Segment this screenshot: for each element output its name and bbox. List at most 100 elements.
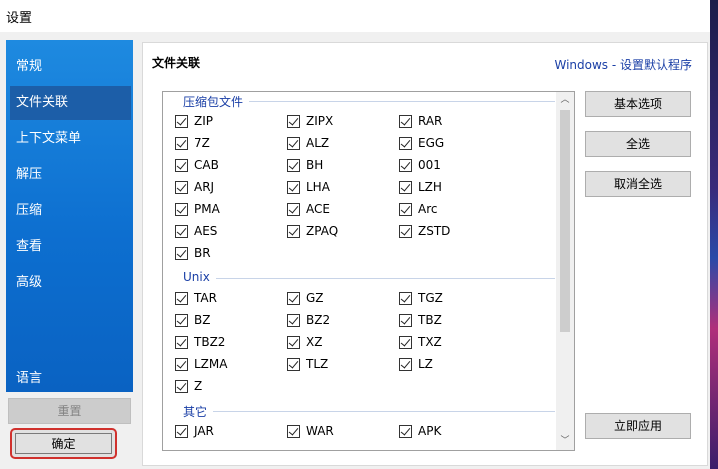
file-type-label: BH [306, 158, 324, 172]
file-type-label: LZMA [194, 357, 228, 371]
chevron-up-icon[interactable]: ︿ [556, 92, 574, 109]
sidebar-item-compress[interactable]: 压缩 [6, 194, 133, 228]
checkbox[interactable] [287, 159, 300, 172]
checkbox[interactable] [399, 358, 412, 371]
checkbox[interactable] [399, 203, 412, 216]
file-type-label: TLZ [306, 357, 329, 371]
file-type-label: ARJ [194, 180, 215, 194]
checkbox[interactable] [175, 137, 188, 150]
ok-button-label: 确定 [15, 433, 112, 454]
file-type-label: ZPAQ [306, 224, 339, 238]
sidebar-item-advanced[interactable]: 高级 [6, 266, 133, 300]
window-title: 设置 [6, 11, 33, 26]
file-type-list[interactable]: 压缩包文件 ZIP ZIPX RAR 7Z ALZ EGG CAB BH 001 ARJ LHA LZH… [162, 91, 575, 451]
file-type-label: RAR [418, 114, 443, 128]
checkbox[interactable] [175, 203, 188, 216]
file-type-label: Arc [418, 202, 438, 216]
checkbox[interactable] [399, 225, 412, 238]
group-divider [183, 278, 555, 279]
reset-button[interactable]: 重置 [8, 398, 131, 424]
windows-default-programs-link[interactable]: Windows - 设置默认程序 [554, 56, 692, 73]
file-type-label: TXZ [418, 335, 442, 349]
settings-dialog: 常规 文件关联 上下文菜单 解压 压缩 查看 高级 语言 重置 确定 文件关联 … [0, 32, 710, 469]
sidebar-item-file-association[interactable]: 文件关联 [10, 86, 131, 120]
checkbox[interactable] [399, 314, 412, 327]
file-type-label: CAB [194, 158, 219, 172]
checkbox[interactable] [175, 380, 188, 393]
deselect-all-button[interactable]: 取消全选 [585, 171, 691, 197]
sidebar-item-view[interactable]: 查看 [6, 230, 133, 264]
checkbox[interactable] [175, 159, 188, 172]
file-type-label: 001 [418, 158, 441, 172]
file-type-label: EGG [418, 136, 445, 150]
checkbox[interactable] [287, 425, 300, 438]
vertical-scrollbar[interactable]: ︿ ﹀ [556, 92, 574, 450]
checkbox[interactable] [287, 181, 300, 194]
basic-options-button[interactable]: 基本选项 [585, 91, 691, 117]
checkbox[interactable] [175, 314, 188, 327]
select-all-button[interactable]: 全选 [585, 131, 691, 157]
checkbox[interactable] [287, 292, 300, 305]
checkbox[interactable] [175, 181, 188, 194]
group-heading: 压缩包文件 [183, 93, 250, 110]
checkbox[interactable] [287, 336, 300, 349]
checkbox[interactable] [287, 225, 300, 238]
file-type-label: BZ [194, 313, 211, 327]
file-type-label: TGZ [418, 291, 443, 305]
checkbox[interactable] [287, 115, 300, 128]
checkbox[interactable] [175, 425, 188, 438]
checkbox[interactable] [399, 292, 412, 305]
file-type-label: BR [194, 246, 211, 260]
file-type-label: JAR [194, 424, 214, 438]
checkbox[interactable] [399, 425, 412, 438]
file-type-label: Z [194, 379, 203, 393]
checkbox[interactable] [175, 336, 188, 349]
checkbox[interactable] [287, 358, 300, 371]
checkbox[interactable] [399, 115, 412, 128]
file-type-label: ALZ [306, 136, 330, 150]
file-type-label: AES [194, 224, 218, 238]
file-type-label: GZ [306, 291, 324, 305]
checkbox[interactable] [399, 137, 412, 150]
file-type-label: WAR [306, 424, 334, 438]
checkbox[interactable] [287, 137, 300, 150]
chevron-down-icon[interactable]: ﹀ [556, 433, 574, 450]
file-type-label: ACE [306, 202, 330, 216]
checkbox[interactable] [287, 203, 300, 216]
ok-button[interactable]: 确定 [10, 428, 117, 459]
file-type-label: ZIP [194, 114, 213, 128]
checkbox[interactable] [175, 115, 188, 128]
sidebar-item-extract[interactable]: 解压 [6, 158, 133, 192]
checkbox[interactable] [287, 314, 300, 327]
checkbox[interactable] [399, 181, 412, 194]
checkbox[interactable] [175, 247, 188, 260]
group-heading: Unix [183, 270, 216, 284]
checkbox[interactable] [175, 292, 188, 305]
checkbox[interactable] [399, 159, 412, 172]
file-type-label: PMA [194, 202, 220, 216]
checkbox[interactable] [175, 358, 188, 371]
file-association-panel: 文件关联 Windows - 设置默认程序 压缩包文件 ZIP ZIPX RAR 7Z A… [142, 42, 708, 466]
title-bar: 设置 [0, 0, 718, 32]
sidebar: 常规 文件关联 上下文菜单 解压 压缩 查看 高级 语言 [6, 40, 133, 392]
file-type-label: ZSTD [418, 224, 451, 238]
sidebar-item-language[interactable]: 语言 [6, 362, 133, 396]
file-type-label: LZH [418, 180, 442, 194]
scrollbar-thumb[interactable] [560, 110, 570, 332]
file-type-label: TBZ [418, 313, 442, 327]
group-heading: 其它 [183, 403, 214, 420]
file-type-label: 7Z [194, 136, 210, 150]
file-type-label: TAR [194, 291, 217, 305]
group-divider [183, 411, 555, 412]
sidebar-item-context-menu[interactable]: 上下文菜单 [6, 122, 133, 156]
file-type-label: XZ [306, 335, 323, 349]
file-type-label: LHA [306, 180, 330, 194]
file-type-label: APK [418, 424, 442, 438]
sidebar-item-general[interactable]: 常规 [6, 50, 133, 84]
checkbox[interactable] [175, 225, 188, 238]
file-type-label: LZ [418, 357, 433, 371]
apply-now-button[interactable]: 立即应用 [585, 413, 691, 439]
file-type-label: ZIPX [306, 114, 334, 128]
file-type-label: BZ2 [306, 313, 331, 327]
checkbox[interactable] [399, 336, 412, 349]
